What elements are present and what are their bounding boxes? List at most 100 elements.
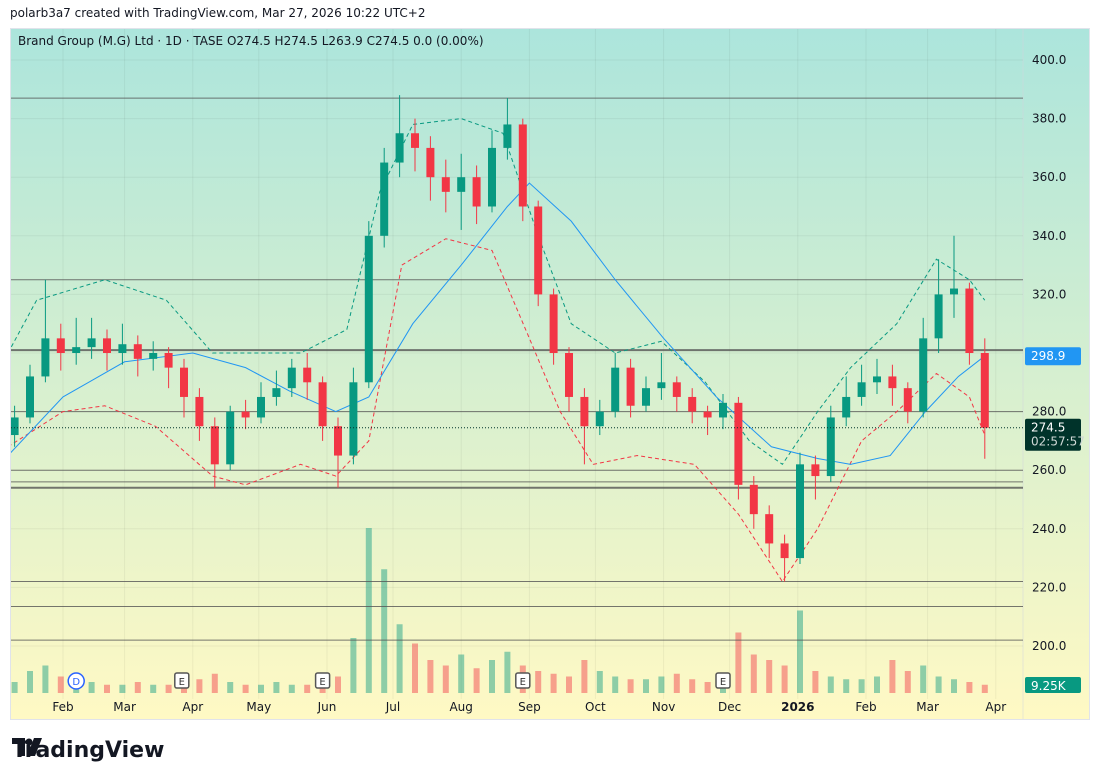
volume-bar <box>427 660 434 693</box>
volume-bar <box>196 679 203 693</box>
volume-bar <box>689 679 696 693</box>
candle-body <box>950 288 958 295</box>
volume-bar <box>920 665 927 693</box>
volume-bar <box>612 676 619 693</box>
volume-bar <box>535 671 542 693</box>
volume-bar <box>858 679 865 693</box>
candle-body <box>873 376 881 383</box>
volume-bar <box>504 651 511 693</box>
volume-bar <box>643 679 649 693</box>
volume-bar <box>704 682 711 693</box>
candle-body <box>611 367 620 412</box>
y-tick-label: 380.0 <box>1032 112 1066 126</box>
volume-bar <box>673 673 680 693</box>
x-tick-label: Mar <box>113 700 136 714</box>
volume-bar <box>211 673 218 693</box>
candle-body <box>241 411 250 418</box>
volume-bar <box>658 676 665 693</box>
y-tick-label: 240.0 <box>1032 522 1066 536</box>
volume-bar <box>473 668 480 693</box>
volume-bar <box>258 684 264 693</box>
volume-bar <box>165 684 172 693</box>
volume-bar <box>904 671 911 693</box>
sma-value-tag-text: 298.9 <box>1031 349 1065 363</box>
x-tick-label: Nov <box>652 700 675 714</box>
candle-body <box>595 411 604 427</box>
volume-bar <box>766 660 773 693</box>
candle-body <box>565 353 573 397</box>
volume-bar <box>365 528 372 693</box>
candle-body <box>688 396 697 412</box>
candle-body <box>549 294 558 353</box>
event-label: E <box>520 677 526 688</box>
candle-body <box>380 162 389 236</box>
candle-body <box>488 147 496 207</box>
candle-body <box>87 338 96 348</box>
volume-bar <box>11 682 18 693</box>
volume-bar <box>735 632 742 693</box>
candle-body <box>642 388 650 406</box>
candle-body <box>626 367 635 406</box>
candle-body <box>180 367 188 397</box>
volume-bar <box>843 679 850 693</box>
candle-body <box>934 294 943 339</box>
x-tick-label: Oct <box>585 700 606 714</box>
volume-bar <box>889 660 896 693</box>
volume-bar <box>797 610 803 693</box>
volume-bar <box>550 673 557 693</box>
volume-bar <box>27 671 33 693</box>
y-tick-label: 360.0 <box>1032 170 1066 184</box>
symbol-legend: Brand Group (M.G) Ltd · 1D · TASE O274.5… <box>18 34 484 48</box>
chart-frame[interactable]: 400.0380.0360.0340.0320.0300.0280.0260.0… <box>10 28 1090 720</box>
candle-body <box>303 367 312 383</box>
volume-bar <box>242 684 249 693</box>
event-label: E <box>179 677 185 688</box>
event-label: E <box>720 677 726 688</box>
candle-body <box>765 514 774 544</box>
candle-body <box>857 382 866 397</box>
volume-bar <box>273 682 280 693</box>
last-price-tag-text: 02:57:57 <box>1031 435 1085 449</box>
x-tick-label: Sep <box>518 700 541 714</box>
price-chart[interactable]: 400.0380.0360.0340.0320.0300.0280.0260.0… <box>11 29 1089 719</box>
candle-body <box>103 338 111 353</box>
y-tick-label: 260.0 <box>1032 463 1066 477</box>
candle-body <box>580 396 589 427</box>
candle-body <box>842 396 851 418</box>
candle-body <box>518 124 527 207</box>
candle-body <box>226 411 235 465</box>
candle-body <box>826 417 835 477</box>
candle-body <box>457 177 466 192</box>
volume-bar <box>874 676 880 693</box>
y-tick-label: 220.0 <box>1032 580 1066 594</box>
candle-body <box>349 382 358 456</box>
candle-body <box>26 376 34 418</box>
candle-body <box>334 426 342 456</box>
event-label: E <box>319 677 325 688</box>
volume-bar <box>966 682 973 693</box>
candle-body <box>749 484 758 515</box>
x-tick-label: Jun <box>317 700 337 714</box>
y-tick-label: 200.0 <box>1032 639 1066 653</box>
x-tick-label: Apr <box>182 700 203 714</box>
y-tick-label: 400.0 <box>1032 53 1066 67</box>
volume-bar <box>627 679 634 693</box>
volume-bar <box>335 676 341 693</box>
y-tick-label: 340.0 <box>1032 229 1066 243</box>
candle-body <box>41 338 50 377</box>
volume-bar <box>134 682 141 693</box>
x-tick-label: 2026 <box>781 700 814 714</box>
tradingview-logo[interactable]: TradingView <box>12 738 164 763</box>
volume-bar <box>227 682 234 693</box>
x-tick-label: Dec <box>718 700 741 714</box>
volume-bar <box>42 665 49 693</box>
volume-bar <box>396 624 403 693</box>
candle-body <box>919 338 928 412</box>
x-tick-label: Mar <box>916 700 939 714</box>
volume-bar <box>458 654 465 693</box>
candle-body <box>164 353 173 368</box>
volume-bar <box>57 676 64 693</box>
candle-body <box>503 124 512 148</box>
candle-body <box>395 133 404 163</box>
volume-bar <box>951 679 957 693</box>
